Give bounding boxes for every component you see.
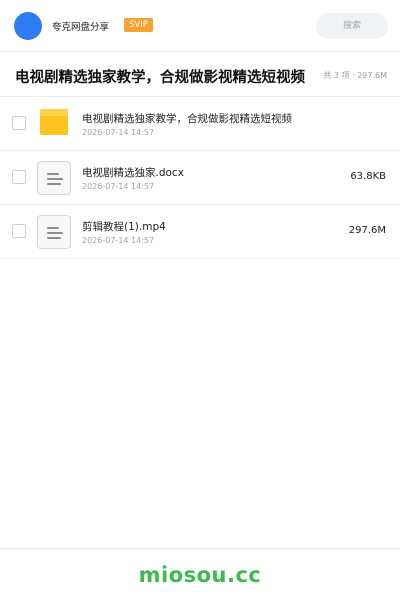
- file-checkbox[interactable]: [12, 224, 26, 238]
- file-date: 2026-07-14 14:57: [82, 128, 155, 137]
- svip-badge: SVIP: [124, 18, 153, 32]
- footer: miosou.cc: [0, 548, 400, 600]
- file-size: 63.8KB: [350, 171, 386, 182]
- top-bar: 夸克网盘分享 SVIP 搜索: [0, 0, 400, 52]
- file-checkbox[interactable]: [12, 170, 26, 184]
- file-name[interactable]: 电视剧精选独家.docx: [82, 165, 184, 180]
- file-name[interactable]: 电视剧精选独家教学，合规做影视精选短视频: [82, 111, 292, 126]
- file-name[interactable]: 剪辑教程(1).mp4: [82, 219, 166, 234]
- share-owner-name: 夸克网盘分享: [52, 22, 110, 33]
- document-icon: [37, 161, 71, 195]
- footer-brand[interactable]: miosou.cc: [0, 563, 400, 587]
- file-checkbox[interactable]: [12, 116, 26, 130]
- page-title: 电视剧精选独家教学，合规做影视精选短视频: [15, 70, 305, 86]
- avatar[interactable]: [14, 12, 42, 40]
- share-summary: 共 3 项 · 297.6M: [323, 71, 387, 80]
- folder-icon: [40, 109, 68, 135]
- file-row[interactable]: 电视剧精选独家.docx 2026-07-14 14:57 63.8KB: [0, 151, 400, 205]
- file-date: 2026-07-14 14:57: [82, 182, 155, 191]
- file-size: 297.6M: [348, 225, 386, 236]
- share-title-row: 电视剧精选独家教学，合规做影视精选短视频 共 3 项 · 297.6M: [0, 52, 400, 97]
- search-input[interactable]: 搜索: [316, 13, 388, 39]
- file-list: 电视剧精选独家教学，合规做影视精选短视频 2026-07-14 14:57 电视…: [0, 97, 400, 259]
- file-row[interactable]: 电视剧精选独家教学，合规做影视精选短视频 2026-07-14 14:57: [0, 97, 400, 151]
- document-icon: [37, 215, 71, 249]
- file-row[interactable]: 剪辑教程(1).mp4 2026-07-14 14:57 297.6M: [0, 205, 400, 259]
- file-date: 2026-07-14 14:57: [82, 236, 155, 245]
